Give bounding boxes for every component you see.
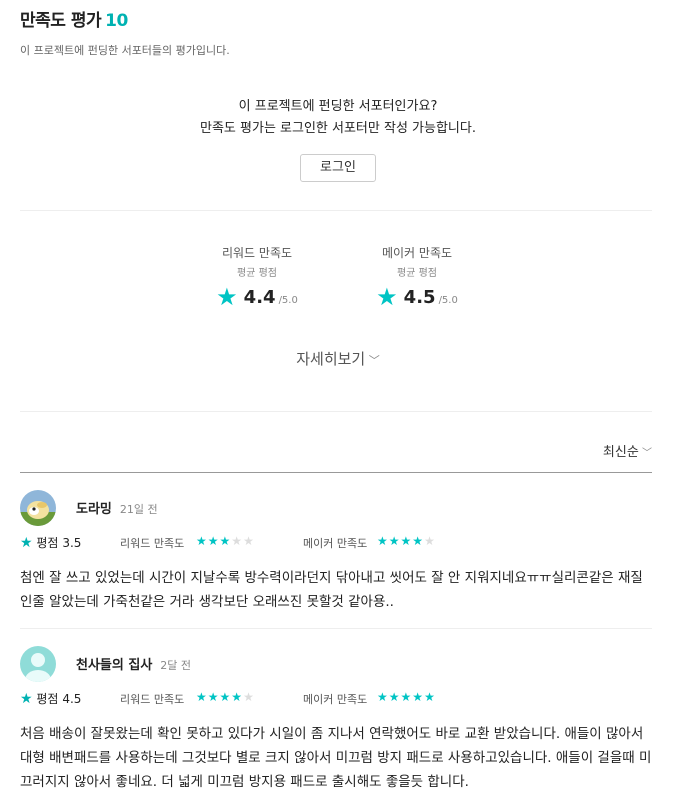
review-count: 10 bbox=[105, 11, 128, 31]
reward-star-rating: ★★★★★ bbox=[196, 690, 255, 704]
star-filled-icon: ★ bbox=[412, 690, 425, 704]
review-date: 2달 전 bbox=[160, 659, 192, 672]
star-filled-icon: ★ bbox=[377, 690, 389, 704]
maker-max-score: /5.0 bbox=[438, 294, 458, 306]
login-prompt-note: 만족도 평가는 로그인한 서포터만 작성 가능합니다. bbox=[200, 121, 476, 136]
maker-satisfaction-label: 메이커 만족도 bbox=[303, 537, 368, 550]
star-empty-icon: ★ bbox=[231, 534, 244, 548]
reviewer-name-text: 천사들의 집사 bbox=[76, 658, 153, 673]
reward-satisfaction-label: 리워드 만족도 bbox=[120, 693, 185, 706]
star-filled-icon: ★ bbox=[196, 690, 208, 704]
maker-star-rating: ★★★★★ bbox=[377, 534, 436, 548]
star-filled-icon: ★ bbox=[412, 534, 425, 548]
star-filled-icon: ★ bbox=[207, 690, 220, 704]
reward-max-score: /5.0 bbox=[278, 294, 298, 306]
reward-satisfaction-label: 리워드 만족도 bbox=[221, 246, 293, 260]
page-title-text: 만족도 평가 bbox=[20, 11, 102, 31]
maker-average-label: 평균 평점 bbox=[397, 268, 437, 279]
sort-label: 최신순 bbox=[602, 445, 639, 460]
divider bbox=[20, 210, 652, 211]
list-divider bbox=[20, 472, 652, 473]
review-text: 처음 배송이 잘못왔는데 확인 못하고 있다가 시일이 좀 지나서 연락했어도 … bbox=[20, 726, 652, 790]
reviewer-name: 천사들의 집사 2달 전 bbox=[76, 654, 191, 673]
chevron-down-icon: ﹀ bbox=[638, 448, 652, 459]
star-filled-icon: ★ bbox=[196, 534, 208, 548]
rating-value: 4.5 bbox=[62, 692, 82, 706]
rating-label: 평점 bbox=[36, 536, 59, 550]
sort-dropdown[interactable]: 최신순 ﹀ bbox=[603, 441, 652, 460]
star-empty-icon: ★ bbox=[424, 534, 436, 548]
star-filled-icon: ★ bbox=[219, 534, 232, 548]
divider bbox=[20, 411, 652, 412]
star-filled-icon: ★ bbox=[388, 534, 401, 548]
login-prompt-question: 이 프로젝트에 펀딩한 서포터인가요? bbox=[238, 99, 438, 114]
page-subtitle: 이 프로젝트에 펀딩한 서포터들의 평가입니다. bbox=[20, 44, 230, 57]
star-filled-icon: ★ bbox=[231, 690, 244, 704]
login-button[interactable]: 로그인 bbox=[300, 154, 376, 182]
review-ratings: ★ 평점 3.5 리워드 만족도 ★★★★★ 메이커 만족도 ★★★★★ bbox=[20, 534, 652, 552]
avatar[interactable] bbox=[20, 490, 56, 526]
reviewer-name-text: 도라밍 bbox=[76, 502, 112, 517]
star-empty-icon: ★ bbox=[243, 534, 255, 548]
review-ratings: ★ 평점 4.5 리워드 만족도 ★★★★★ 메이커 만족도 ★★★★★ bbox=[20, 690, 652, 708]
maker-average-score: 4.5 bbox=[403, 286, 436, 308]
chevron-down-icon: ﹀ bbox=[365, 354, 380, 367]
divider bbox=[20, 628, 652, 629]
star-filled-icon: ★ bbox=[388, 690, 401, 704]
satisfaction-review-page: { "header": { "title": "만족도 평가", "count"… bbox=[0, 0, 676, 801]
star-icon: ★ bbox=[20, 535, 33, 551]
star-filled-icon: ★ bbox=[400, 534, 413, 548]
reward-satisfaction-label: 리워드 만족도 bbox=[120, 537, 185, 550]
star-filled-icon: ★ bbox=[400, 690, 413, 704]
reward-satisfaction-summary: 리워드 만족도 평균 평점 ★ 4.4 /5.0 bbox=[202, 244, 312, 309]
avatar[interactable] bbox=[20, 646, 56, 682]
reviewer-name: 도라밍 21일 전 bbox=[76, 498, 158, 517]
more-details-link[interactable]: 자세히보기 ﹀ bbox=[0, 348, 676, 369]
maker-satisfaction-summary: 메이커 만족도 평균 평점 ★ 4.5 /5.0 bbox=[362, 244, 472, 309]
reward-average-score: 4.4 bbox=[243, 286, 276, 308]
review-date: 21일 전 bbox=[119, 503, 158, 516]
rating-label: 평점 bbox=[36, 692, 59, 706]
reward-star-rating: ★★★★★ bbox=[196, 534, 255, 548]
star-icon: ★ bbox=[20, 691, 33, 707]
review-text: 첨엔 잘 쓰고 있었는데 시간이 지날수록 방수력이라던지 닦아내고 씻어도 잘… bbox=[20, 570, 643, 610]
star-empty-icon: ★ bbox=[243, 690, 255, 704]
star-icon: ★ bbox=[216, 283, 238, 311]
login-prompt: 이 프로젝트에 펀딩한 서포터인가요? 만족도 평가는 로그인한 서포터만 작성… bbox=[0, 96, 676, 182]
star-filled-icon: ★ bbox=[377, 534, 389, 548]
page-title: 만족도 평가 10 bbox=[20, 6, 128, 31]
maker-star-rating: ★★★★★ bbox=[377, 690, 436, 704]
maker-satisfaction-label: 메이커 만족도 bbox=[303, 693, 368, 706]
maker-satisfaction-label: 메이커 만족도 bbox=[381, 246, 453, 260]
star-filled-icon: ★ bbox=[424, 690, 436, 704]
reward-average-label: 평균 평점 bbox=[237, 268, 277, 279]
rating-value: 3.5 bbox=[62, 536, 82, 550]
more-details-label: 자세히보기 bbox=[296, 350, 366, 368]
star-filled-icon: ★ bbox=[219, 690, 232, 704]
star-icon: ★ bbox=[376, 283, 398, 311]
star-filled-icon: ★ bbox=[207, 534, 220, 548]
